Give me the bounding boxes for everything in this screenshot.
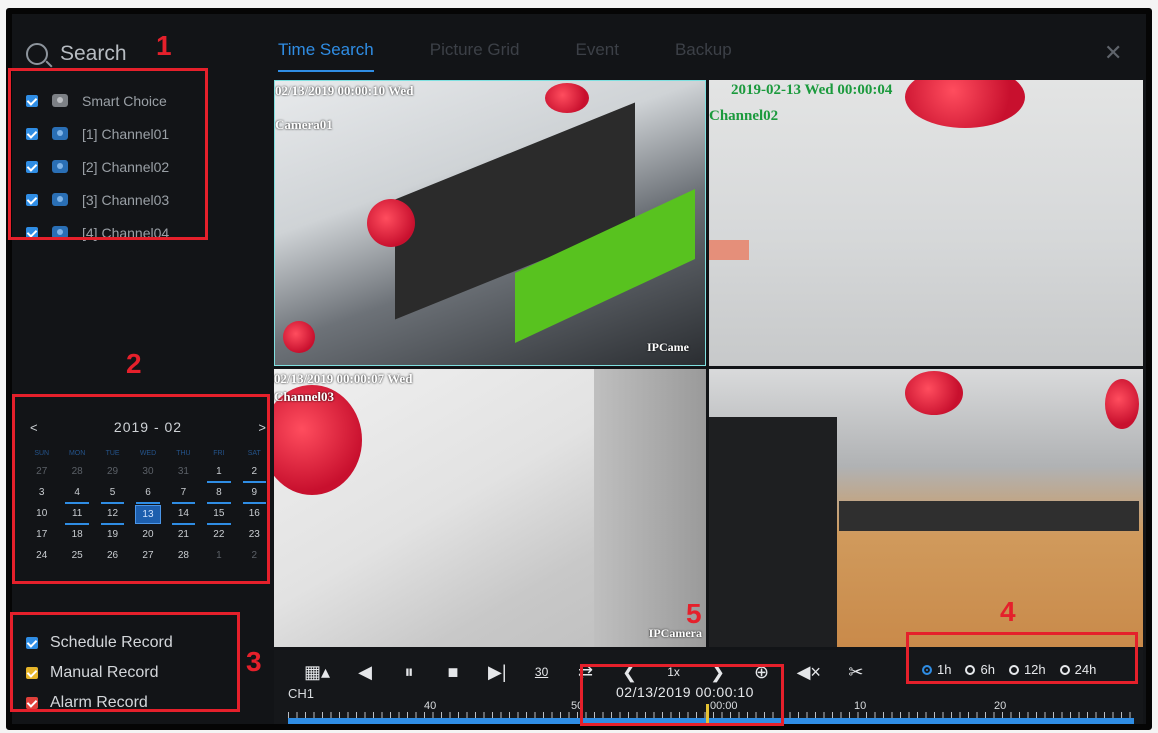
osd-timestamp: 2019-02-13 Wed 00:00:04 [731, 82, 893, 98]
osd-channel-name: Camera01 [275, 117, 333, 132]
osd-channel-name: Channel03 [274, 389, 334, 404]
close-icon[interactable]: ✕ [1104, 40, 1122, 66]
skip-30-button[interactable]: 30 [533, 665, 551, 679]
scene-lantern [905, 371, 963, 415]
stop-icon[interactable]: ■ [444, 662, 462, 683]
video-pane-3[interactable]: 02/13/2019 00:00:07 Wed Channel03 IPCame… [274, 369, 706, 647]
annotation-number-3: 3 [246, 646, 262, 677]
scene-lantern [905, 80, 1025, 128]
timeline-tick-label: 40 [424, 700, 437, 712]
osd-channel-name: Channel02 [709, 108, 779, 124]
pause-icon[interactable]: ⏸ [400, 662, 418, 683]
timeline-tick-label: 10 [854, 700, 867, 712]
search-icon [26, 43, 48, 65]
annotation-box-3 [10, 612, 240, 712]
tab-backup[interactable]: Backup [675, 40, 732, 72]
scene-sign [709, 240, 749, 260]
tab-event[interactable]: Event [575, 40, 618, 72]
mute-icon[interactable]: ◀× [797, 662, 821, 683]
annotation-box-1 [8, 68, 208, 240]
timeline-tick-label: 20 [994, 700, 1007, 712]
scene-lantern [545, 83, 589, 113]
search-header: Search [26, 38, 127, 70]
scene-lantern [283, 321, 315, 353]
scene-dark-wall [709, 417, 837, 647]
annotation-number-1: 1 [156, 30, 172, 61]
video-pane-2[interactable]: 2019-02-13 Wed 00:00:04 Channel02 [709, 80, 1143, 366]
search-title: Search [60, 42, 127, 65]
annotation-box-2 [12, 394, 270, 584]
scene-desk [839, 501, 1139, 531]
reverse-play-icon[interactable]: ◀ [356, 662, 374, 683]
annotation-box-5 [580, 664, 784, 726]
clip-scissors-icon[interactable]: ✂ [847, 662, 865, 683]
osd-timestamp: 02/13/2019 00:00:07 Wed [274, 371, 413, 386]
annotation-box-4 [906, 632, 1138, 684]
annotation-number-5: 5 [686, 598, 702, 629]
scene-lantern [367, 199, 415, 247]
osd-timestamp: 02/13/2019 00:00:10 Wed [275, 83, 414, 98]
timeline-channel-label: CH1 [288, 686, 315, 701]
video-pane-1[interactable]: 02/13/2019 00:00:10 Wed Camera01 IPCame [274, 80, 706, 366]
tab-time-search[interactable]: Time Search [278, 40, 374, 72]
step-forward-icon[interactable]: ▶| [488, 662, 507, 683]
layout-grid-icon[interactable]: ▦▴ [304, 662, 330, 683]
tab-picture-grid[interactable]: Picture Grid [430, 40, 520, 72]
scene-lantern [1105, 379, 1139, 429]
video-pane-4[interactable] [709, 369, 1143, 647]
osd-ipcamera: IPCame [647, 340, 689, 354]
search-tabs: Time Search Picture Grid Event Backup [278, 40, 732, 72]
annotation-number-2: 2 [126, 348, 142, 379]
annotation-number-4: 4 [1000, 596, 1016, 627]
